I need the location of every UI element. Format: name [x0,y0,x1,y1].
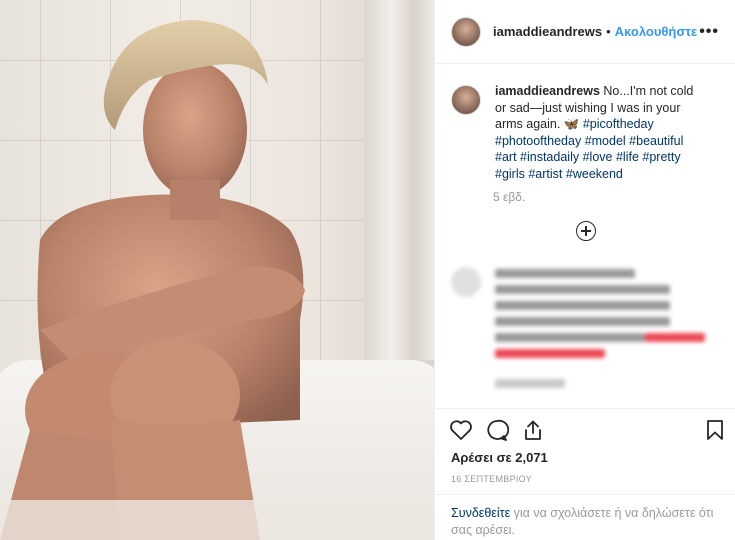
plus-circle-icon[interactable] [576,221,596,241]
hashtag[interactable]: #love [583,150,613,164]
more-horizontal-icon[interactable]: ••• [699,23,719,41]
blurred-text [495,301,670,310]
blurred-text [495,269,635,278]
blurred-avatar [451,267,481,297]
blurred-comment [451,265,719,405]
post-dialog: iamaddieandrews • Ακολουθήστε ••• iamadd… [0,0,735,540]
butterfly-emoji: 🦋 [563,117,580,131]
comments-section: iamaddieandrews No...I'm not cold or sad… [435,65,735,407]
blurred-text [495,285,670,294]
blurred-highlight [495,349,605,358]
bookmark-icon[interactable] [705,419,725,441]
caption-timestamp[interactable]: 5 εβδ. [493,190,735,204]
hashtag[interactable]: #artist [528,167,562,181]
login-prompt: Συνδεθείτε για να σχολιάσετε ή να δηλώσε… [435,494,735,540]
action-bar [435,408,735,451]
hashtag[interactable]: #art [495,150,517,164]
blurred-highlight [645,333,705,342]
blurred-text [495,333,645,342]
caption-text-block: iamaddieandrews No...I'm not cold or sad… [495,83,705,182]
hashtag[interactable]: #photooftheday [495,134,581,148]
share-icon[interactable] [521,419,545,441]
hashtag[interactable]: #pretty [642,150,680,164]
post-header: iamaddieandrews • Ακολουθήστε ••• [435,0,735,64]
avatar[interactable] [451,85,481,115]
comment-icon[interactable] [485,419,509,441]
likes-count[interactable]: Αρέσει σε 2,071 [451,450,548,465]
post-sidebar: iamaddieandrews • Ακολουθήστε ••• iamadd… [434,0,735,540]
person-illustration [0,20,434,540]
avatar[interactable] [451,16,481,47]
hashtag[interactable]: #life [616,150,639,164]
blurred-meta [495,379,565,388]
follow-button[interactable]: Ακολουθήστε [615,24,698,39]
hashtag[interactable]: #instadaily [520,150,579,164]
login-link[interactable]: Συνδεθείτε [451,506,510,520]
post-photo[interactable] [0,0,434,540]
hashtag[interactable]: #beautiful [629,134,683,148]
separator-dot: • [606,24,611,39]
caption: iamaddieandrews No...I'm not cold or sad… [435,65,735,182]
heart-icon[interactable] [449,419,473,441]
caption-username[interactable]: iamaddieandrews [495,84,600,98]
hashtag[interactable]: #girls [495,167,525,181]
header-username[interactable]: iamaddieandrews [493,24,602,39]
hashtag[interactable]: #model [585,134,626,148]
post-date[interactable]: 16 ΣΕΠΤΕΜΒΡΙΟΥ [451,474,532,484]
hashtag[interactable]: #picoftheday [583,117,654,131]
hashtag[interactable]: #weekend [566,167,623,181]
blurred-text [495,317,670,326]
